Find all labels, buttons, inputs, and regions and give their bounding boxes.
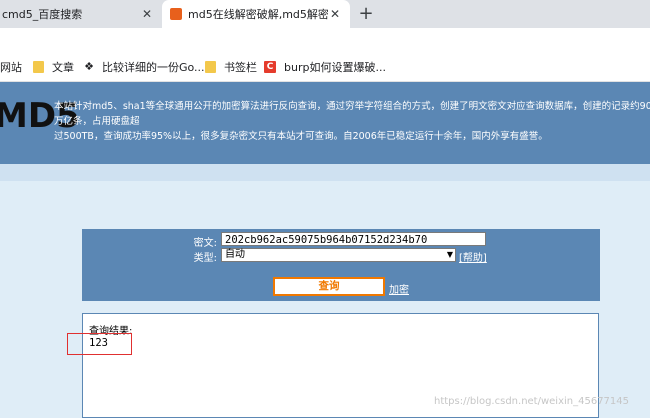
tab-strip: cmd5_百度搜索 ✕ md5在线解密破解,md5解密加密 ✕ + — [0, 0, 650, 28]
folder-icon — [33, 60, 44, 73]
bookmark-item[interactable]: 书签栏 — [205, 52, 257, 81]
highlight-annotation-box — [67, 333, 132, 355]
bookmark-label: 网站 — [0, 60, 22, 74]
bookmark-item[interactable]: 文章 — [33, 52, 74, 81]
cube-icon: ❖ — [84, 59, 94, 73]
tab-md5-decrypt[interactable]: md5在线解密破解,md5解密加密 ✕ — [162, 0, 350, 28]
bookmark-item[interactable]: C burp如何设置爆破... — [264, 52, 386, 81]
site-favicon-icon — [170, 8, 182, 20]
folder-icon — [205, 60, 216, 73]
tab-title: cmd5_百度搜索 — [2, 8, 83, 21]
csdn-icon: C — [264, 60, 276, 73]
query-button[interactable]: 查询 — [273, 277, 385, 296]
help-link[interactable]: [帮助] — [459, 249, 487, 264]
cipher-label: 密文: — [193, 238, 217, 249]
watermark: https://blog.csdn.net/weixin_45677145 — [434, 396, 630, 407]
bookmark-label: 文章 — [52, 60, 74, 74]
tab-baidu-search[interactable]: cmd5_百度搜索 ✕ — [0, 0, 162, 28]
bookmark-item[interactable]: 网站 — [0, 52, 22, 81]
cipher-input[interactable]: 202cb962ac59075b964b07152d234b70 — [221, 232, 486, 246]
bookmark-item[interactable]: ❖ 比较详细的一份Go... — [83, 52, 205, 81]
bookmark-label: 书签栏 — [224, 60, 257, 74]
type-selected-value: 自动 — [225, 249, 245, 260]
encrypt-link[interactable]: 加密 — [389, 281, 409, 296]
close-icon[interactable]: ✕ — [140, 7, 154, 21]
new-tab-button[interactable]: + — [357, 5, 375, 23]
bookmark-label: burp如何设置爆破... — [284, 60, 386, 74]
type-label: 类型: — [193, 253, 217, 264]
tab-title: md5在线解密破解,md5解密加密 — [188, 8, 328, 21]
site-intro: 本站针对md5、sha1等全球通用公开的加密算法进行反向查询，通过穷举字符组合的… — [54, 101, 650, 142]
browser-toolbar — [0, 28, 650, 52]
header-divider — [0, 164, 650, 181]
bookmark-label: 比较详细的一份Go... — [102, 60, 205, 74]
bookmarks-bar: 网站 文章 ❖ 比较详细的一份Go... 书签栏 C burp如何设置爆破... — [0, 52, 650, 82]
close-icon[interactable]: ✕ — [328, 7, 342, 21]
type-select[interactable]: 自动 ▼ — [221, 248, 456, 262]
chevron-down-icon: ▼ — [446, 250, 453, 259]
